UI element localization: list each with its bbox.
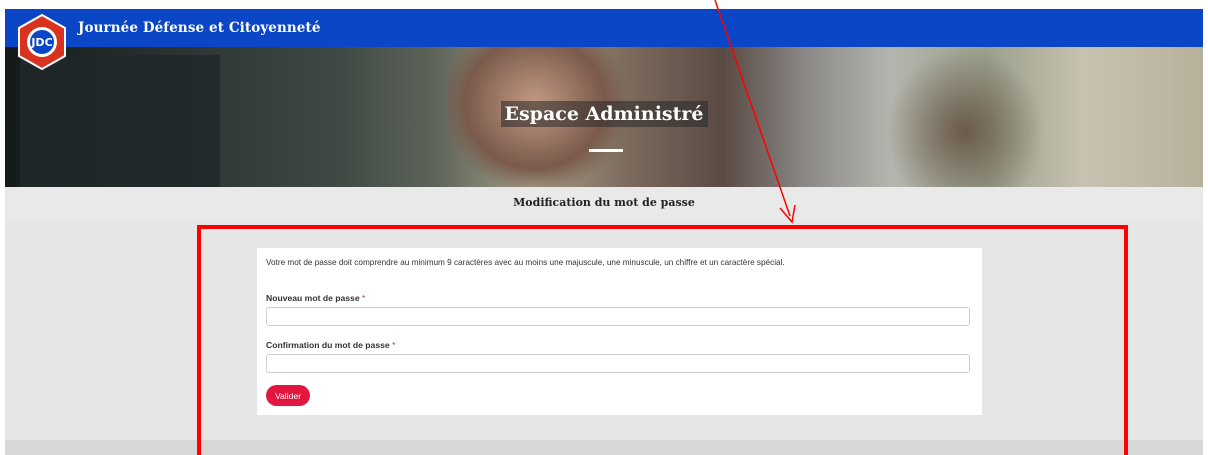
required-marker: * [392, 340, 396, 350]
page-title: Modification du mot de passe [513, 196, 695, 209]
page: JDC Journée Défense et Citoyenneté Espac… [0, 0, 1208, 455]
new-password-label: Nouveau mot de passe * [266, 293, 365, 303]
jdc-logo[interactable]: JDC [17, 14, 67, 70]
hero-title: Espace Administré [500, 101, 708, 127]
hero-banner: Espace Administré [5, 47, 1203, 187]
footer-strip [5, 440, 1203, 455]
hero-caption: Espace Administré [5, 101, 1203, 127]
logo-text: JDC [30, 36, 52, 49]
confirm-password-input[interactable] [266, 354, 970, 373]
password-rules-text: Votre mot de passe doit comprendre au mi… [266, 258, 785, 267]
required-marker: * [362, 293, 366, 303]
new-password-input[interactable] [266, 307, 970, 326]
confirm-password-label-text: Confirmation du mot de passe [266, 340, 390, 350]
password-form-card: Votre mot de passe doit comprendre au mi… [257, 248, 982, 415]
new-password-label-text: Nouveau mot de passe [266, 293, 360, 303]
confirm-password-label: Confirmation du mot de passe * [266, 340, 395, 350]
site-title[interactable]: Journée Défense et Citoyenneté [78, 20, 321, 36]
submit-button[interactable]: Valider [266, 385, 310, 406]
page-title-bar: Modification du mot de passe [5, 187, 1203, 222]
hero-underline [589, 149, 623, 152]
